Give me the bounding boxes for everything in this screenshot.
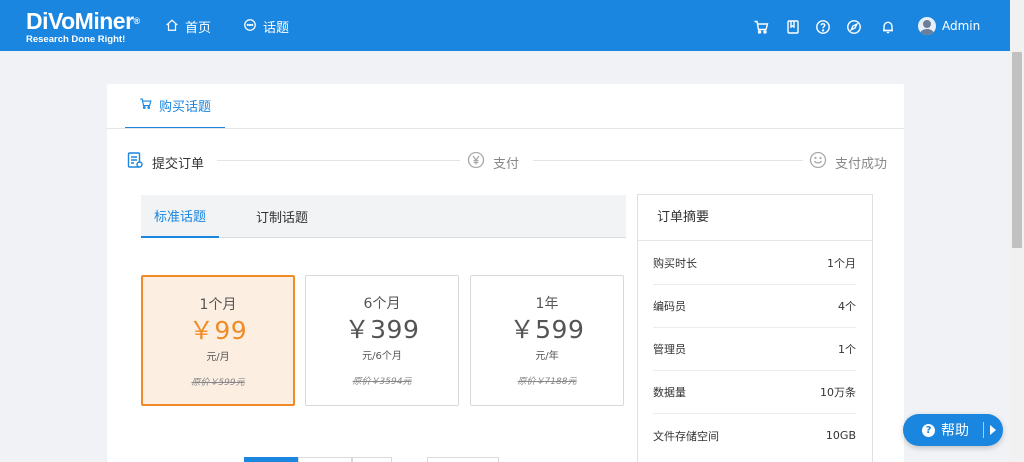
purchase-card: 购买话题 提交订单 支付 支付成功 标准话题 订制话题 1个月 ￥99 元/月 … xyxy=(107,84,904,462)
step-connector xyxy=(217,160,460,161)
chat-bubble-icon xyxy=(243,18,257,36)
logo-tagline: Research Done Right! xyxy=(26,34,126,45)
plan-card-6-months[interactable]: 6个月 ￥399 元/6个月 原价￥3594元 xyxy=(305,275,459,406)
summary-label: 编码员 xyxy=(653,300,686,313)
user-menu[interactable]: Admin xyxy=(918,17,980,35)
play-arrow-icon[interactable] xyxy=(990,425,996,435)
step-submit-order: 提交订单 xyxy=(126,151,204,173)
scrollbar-thumb[interactable] xyxy=(1012,52,1022,248)
plan-duration: 1年 xyxy=(535,296,559,312)
smile-circle-icon xyxy=(809,151,827,173)
divominer-logo[interactable]: DiVoMiner® Research Done Right! xyxy=(26,9,140,45)
quantity-option-selected[interactable] xyxy=(244,457,298,462)
bell-icon[interactable] xyxy=(880,19,896,35)
summary-row: 数据量 10万条 xyxy=(653,371,856,414)
home-icon xyxy=(165,18,179,36)
summary-value: 1个 xyxy=(838,343,856,356)
help-label: 帮助 xyxy=(941,423,969,439)
top-navigation-bar: DiVoMiner® Research Done Right! 首页 话题 Ad… xyxy=(0,0,1010,51)
plan-unit: 元/月 xyxy=(206,352,230,363)
summary-value: 10GB xyxy=(825,429,856,442)
summary-label: 管理员 xyxy=(653,343,686,356)
tab-standard-topic[interactable]: 标准话题 xyxy=(141,195,219,238)
order-summary-title: 订单摘要 xyxy=(638,195,872,241)
step-label: 支付 xyxy=(493,156,520,172)
nav-topics-label: 话题 xyxy=(263,21,290,36)
summary-label: 购买时长 xyxy=(653,257,697,270)
summary-value: 1个月 xyxy=(827,257,856,270)
logo-name: DiVoMiner xyxy=(26,8,134,34)
plan-price: ￥99 xyxy=(188,316,248,345)
plan-original-price: 原价￥3594元 xyxy=(352,377,412,387)
order-summary-panel: 订单摘要 购买时长 1个月 编码员 4个 管理员 1个 数据量 10万条 文件存… xyxy=(637,194,873,462)
question-icon: ? xyxy=(922,423,935,437)
tab-custom-topic[interactable]: 订制话题 xyxy=(245,195,319,238)
tab-buy-topic-label: 购买话题 xyxy=(158,100,211,115)
yen-circle-icon xyxy=(467,151,485,173)
logo-reg-mark: ® xyxy=(133,16,141,26)
compass-icon[interactable] xyxy=(846,19,862,35)
quantity-option[interactable] xyxy=(298,457,352,462)
step-pay: 支付 xyxy=(467,151,519,173)
topic-type-tabs: 标准话题 订制话题 xyxy=(141,195,626,238)
nav-topics[interactable]: 话题 xyxy=(243,17,289,36)
tab-buy-topic[interactable]: 购买话题 xyxy=(125,84,225,129)
summary-row: 编码员 4个 xyxy=(653,285,856,328)
help-button[interactable]: ? 帮助 xyxy=(903,414,1003,446)
help-separator xyxy=(983,422,984,438)
plan-unit: 元/6个月 xyxy=(362,351,402,362)
nav-home-label: 首页 xyxy=(185,21,212,36)
summary-value: 4个 xyxy=(838,300,856,313)
step-pay-success: 支付成功 xyxy=(809,151,887,173)
summary-value: 10万条 xyxy=(820,386,856,399)
plan-card-1-year[interactable]: 1年 ￥599 元/年 原价￥7188元 xyxy=(470,275,624,406)
plan-unit: 元/年 xyxy=(535,351,559,362)
avatar xyxy=(918,17,936,35)
plan-original-price: 原价￥599元 xyxy=(191,378,245,388)
plan-card-1-month[interactable]: 1个月 ￥99 元/月 原价￥599元 xyxy=(141,275,295,406)
plan-duration: 6个月 xyxy=(363,296,401,312)
summary-label: 文件存储空间 xyxy=(653,429,719,443)
quantity-option[interactable] xyxy=(352,457,392,462)
order-form-icon xyxy=(126,151,144,173)
step-connector xyxy=(533,160,803,161)
cart-icon[interactable] xyxy=(753,19,769,35)
quantity-input[interactable] xyxy=(427,457,499,462)
summary-label: 数据量 xyxy=(653,386,686,399)
plan-duration: 1个月 xyxy=(199,297,237,313)
summary-row: 购买时长 1个月 xyxy=(653,242,856,285)
nav-home[interactable]: 首页 xyxy=(165,17,211,36)
plan-price: ￥399 xyxy=(344,315,420,344)
divider xyxy=(107,128,904,129)
summary-row: 文件存储空间 10GB xyxy=(653,414,856,457)
user-name: Admin xyxy=(942,19,981,33)
help-circle-icon[interactable] xyxy=(815,19,831,35)
summary-row: 管理员 1个 xyxy=(653,328,856,371)
plan-original-price: 原价￥7188元 xyxy=(517,377,577,387)
step-label: 支付成功 xyxy=(835,156,888,172)
book-icon[interactable] xyxy=(785,19,801,35)
plan-price: ￥599 xyxy=(509,315,585,344)
step-label: 提交订单 xyxy=(152,156,205,172)
cart-icon xyxy=(139,97,152,114)
